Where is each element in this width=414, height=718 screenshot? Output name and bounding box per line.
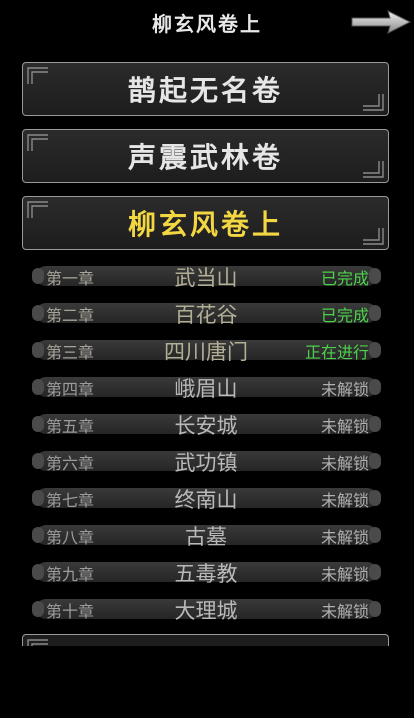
- row-cap: [32, 490, 44, 506]
- row-cap: [369, 379, 381, 395]
- row-cap: [32, 564, 44, 580]
- chapter-number: 第五章: [46, 417, 95, 436]
- chapter-number: 第四章: [46, 380, 95, 399]
- chapter-number: 第七章: [46, 491, 95, 510]
- chapter-number: 第八章: [46, 528, 95, 547]
- chapter-number: 第十章: [46, 602, 95, 621]
- row-cap: [369, 490, 381, 506]
- row-cap: [369, 342, 381, 358]
- chapter-row[interactable]: 第四章 峨眉山 未解锁: [32, 377, 381, 401]
- chapter-number: 第六章: [46, 454, 95, 473]
- chapter-name: 峨眉山: [174, 377, 238, 401]
- chapter-row[interactable]: 第七章 终南山 未解锁: [32, 488, 381, 512]
- chapter-row[interactable]: 第五章 长安城 未解锁: [32, 414, 381, 438]
- volume-button-1[interactable]: 鹊起无名卷: [22, 62, 389, 116]
- chapter-name: 大理城: [174, 599, 238, 623]
- row-cap: [32, 305, 44, 321]
- chapter-name: 五毒教: [174, 562, 238, 586]
- chapter-status: 未解锁: [320, 380, 369, 399]
- chapter-status: 未解锁: [320, 417, 369, 436]
- chapter-status: 已完成: [320, 306, 369, 325]
- row-cap: [369, 416, 381, 432]
- row-cap: [32, 601, 44, 617]
- row-cap: [369, 527, 381, 543]
- chapter-row[interactable]: 第一章 武当山 已完成: [32, 266, 381, 290]
- row-cap: [32, 453, 44, 469]
- chapter-number: 第二章: [46, 306, 95, 325]
- chapter-row[interactable]: 第六章 武功镇 未解锁: [32, 451, 381, 475]
- chapter-name: 武功镇: [174, 451, 238, 475]
- row-cap: [369, 453, 381, 469]
- chapter-name: 终南山: [174, 488, 238, 512]
- row-cap: [369, 564, 381, 580]
- chapter-row[interactable]: 第二章 百花谷 已完成: [32, 303, 381, 327]
- chapter-status: 未解锁: [320, 454, 369, 473]
- chapter-name: 四川唐门: [164, 340, 248, 364]
- volume-button-2[interactable]: 声震武林卷: [22, 129, 389, 183]
- row-cap: [369, 305, 381, 321]
- chapter-name: 长安城: [174, 414, 238, 438]
- row-cap: [369, 601, 381, 617]
- row-cap: [32, 342, 44, 358]
- chapter-row[interactable]: 第十章 大理城 未解锁: [32, 599, 381, 623]
- bottom-area: [0, 646, 414, 718]
- chapter-number: 第一章: [46, 269, 95, 288]
- chapter-row[interactable]: 第三章 四川唐门 正在进行: [32, 340, 381, 364]
- chapter-status: 正在进行: [304, 343, 369, 362]
- row-cap: [32, 268, 44, 284]
- volume-label: 声震武林卷: [127, 141, 283, 174]
- chapter-row[interactable]: 第九章 五毒教 未解锁: [32, 562, 381, 586]
- volume-label: 鹊起无名卷: [127, 74, 283, 107]
- chapter-status: 未解锁: [320, 528, 369, 547]
- chapter-name: 古墓: [185, 525, 227, 549]
- row-cap: [369, 268, 381, 284]
- row-cap: [32, 379, 44, 395]
- chapter-status: 未解锁: [320, 491, 369, 510]
- chapter-status: 未解锁: [320, 565, 369, 584]
- chapter-number: 第三章: [46, 343, 95, 362]
- chapter-status: 未解锁: [320, 602, 369, 621]
- row-cap: [32, 527, 44, 543]
- volume-button-3[interactable]: 柳玄风卷上: [22, 196, 389, 250]
- chapter-number: 第九章: [46, 565, 95, 584]
- chapter-status: 已完成: [320, 269, 369, 288]
- arrow-right-icon[interactable]: [350, 8, 412, 36]
- chapter-name: 武当山: [174, 266, 238, 290]
- volume-label: 柳玄风卷上: [127, 208, 283, 241]
- chapter-name: 百花谷: [174, 303, 238, 327]
- row-cap: [32, 416, 44, 432]
- chapter-row[interactable]: 第八章 古墓 未解锁: [32, 525, 381, 549]
- header: 柳玄风卷上: [0, 0, 414, 42]
